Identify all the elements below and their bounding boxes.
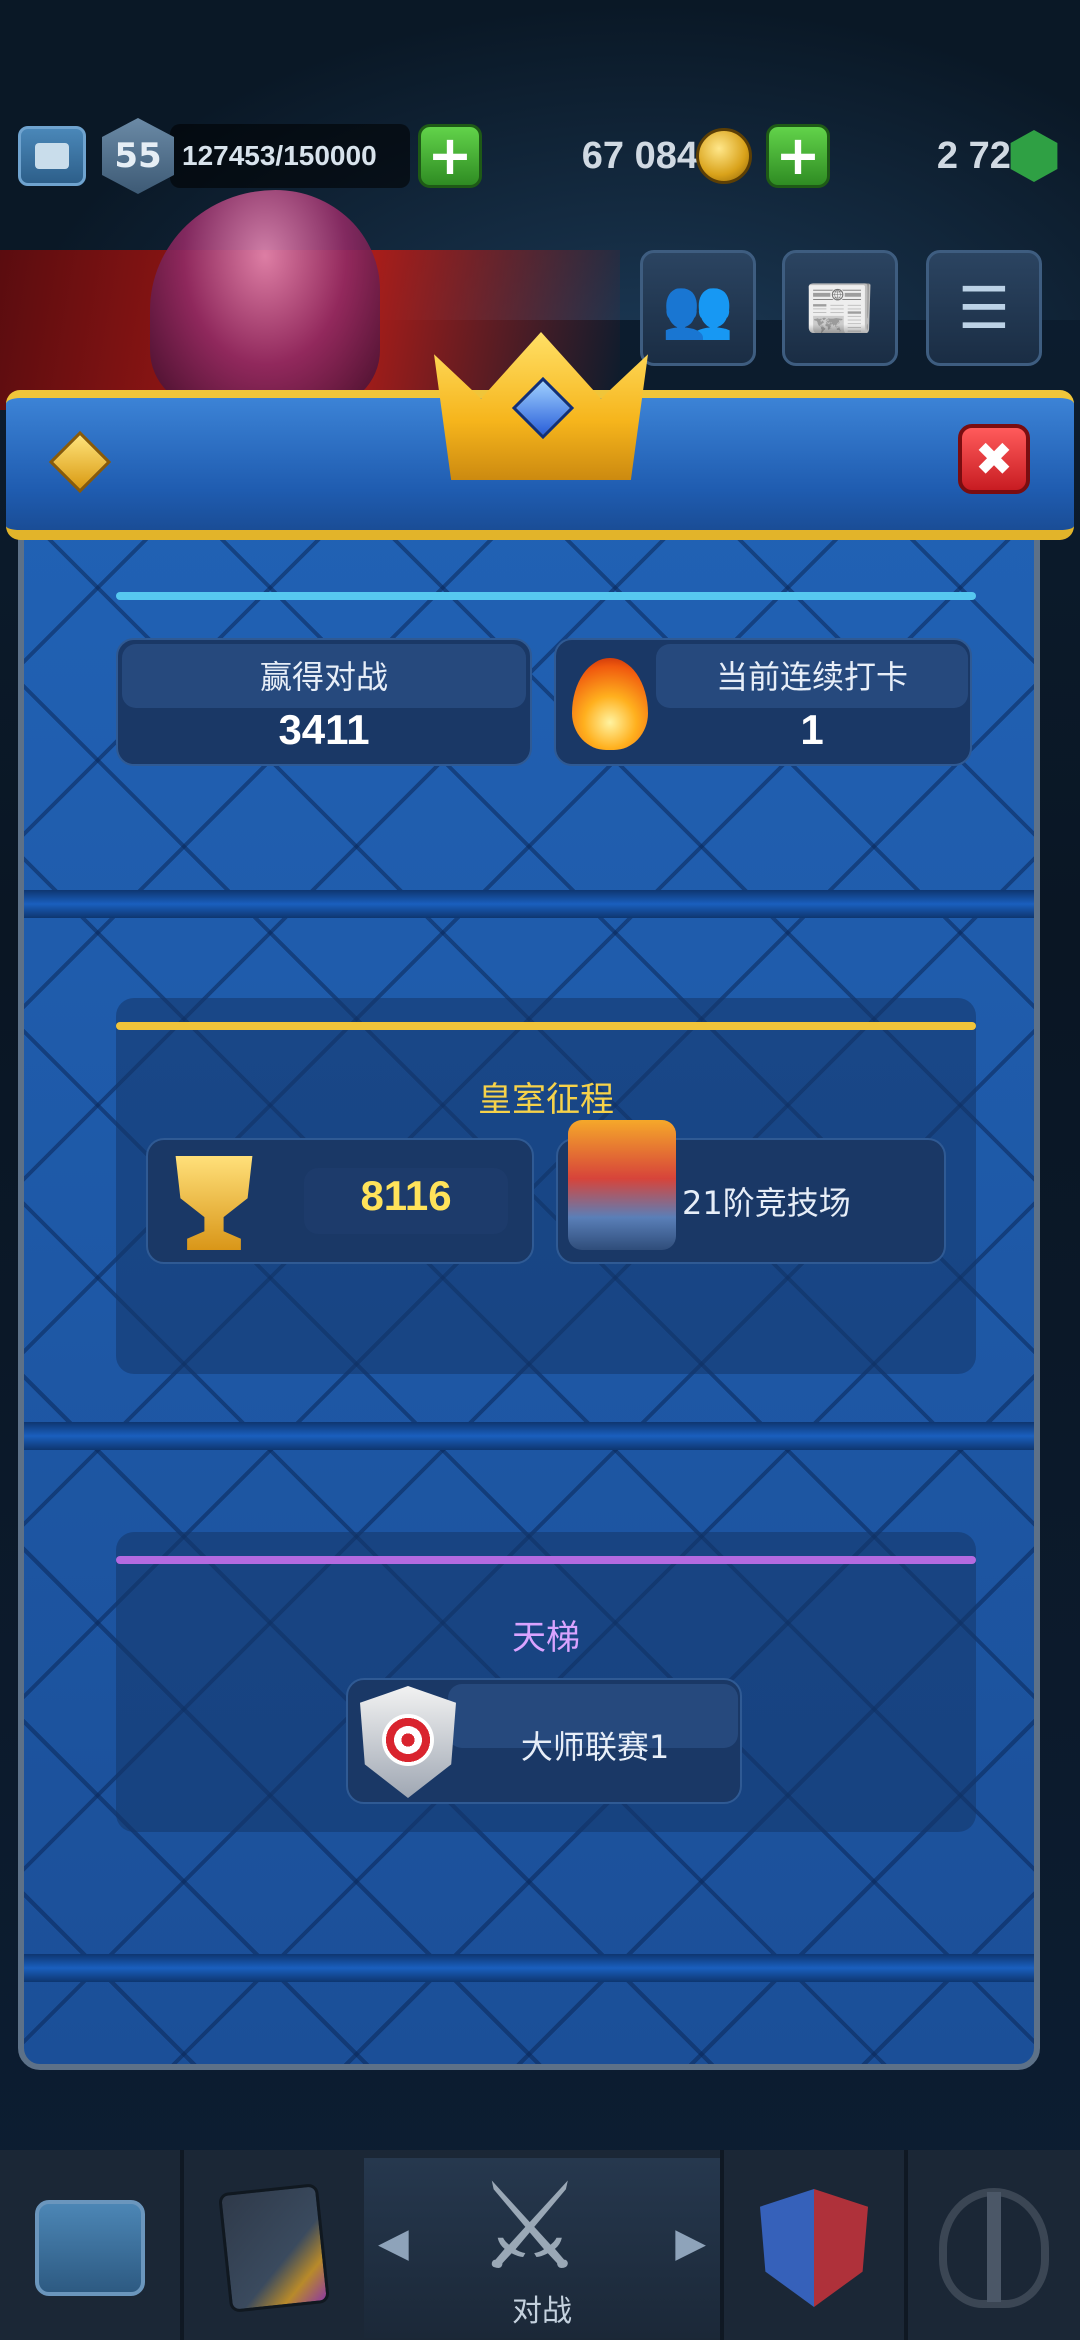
royal-road-title: 皇室征程 bbox=[478, 1080, 614, 1120]
news-button[interactable]: 📰 bbox=[782, 250, 898, 366]
clan-shield-icon bbox=[760, 2189, 868, 2307]
royal-road-divider bbox=[116, 1022, 976, 1030]
section-separator bbox=[24, 1954, 1034, 1982]
nav-tab-shop[interactable] bbox=[0, 2158, 180, 2338]
left-arrow-icon: ◀ bbox=[378, 2220, 409, 2266]
arena-box[interactable]: 21阶竞技场 bbox=[556, 1120, 946, 1264]
streak-label: 当前连续打卡 bbox=[715, 658, 908, 696]
profile-stats-modal: 赢得对战 3411 当前连续打卡 1 皇室征程 8116 21阶竞技场 天梯 大… bbox=[18, 440, 1040, 2070]
menu-button[interactable]: ☰ bbox=[926, 250, 1042, 366]
target-icon bbox=[382, 1714, 434, 1766]
arena-label: 21阶竞技场 bbox=[682, 1184, 851, 1222]
nav-tab-events[interactable] bbox=[908, 2158, 1080, 2338]
trophy-icon bbox=[175, 1156, 253, 1250]
nav-tab-cards[interactable] bbox=[184, 2158, 364, 2338]
crossed-swords-icon: ⚔ bbox=[476, 2158, 584, 2297]
wins-label: 赢得对战 bbox=[259, 658, 388, 696]
hamburger-menu-icon: ☰ bbox=[958, 274, 1010, 342]
league-box[interactable]: 大师联赛1 bbox=[346, 1678, 742, 1804]
gold-counter: 67 084 bbox=[500, 124, 710, 188]
streak-stat-box: 当前连续打卡 1 bbox=[554, 638, 972, 766]
wins-value: 3411 bbox=[278, 706, 370, 753]
king-tower-icon[interactable] bbox=[18, 126, 86, 186]
close-icon: ✖ bbox=[974, 432, 1014, 486]
chest-icon bbox=[35, 2200, 145, 2296]
friends-button[interactable]: 👥 bbox=[640, 250, 756, 366]
fire-icon bbox=[572, 658, 648, 750]
add-xp-button[interactable]: + bbox=[418, 124, 482, 188]
ladder-divider bbox=[116, 1556, 976, 1564]
nav-tab-clan[interactable] bbox=[724, 2158, 904, 2338]
newspaper-icon: 📰 bbox=[803, 273, 877, 342]
wins-section-divider bbox=[116, 592, 976, 600]
right-arrow-icon: ▶ bbox=[675, 2220, 706, 2266]
section-separator bbox=[24, 1422, 1034, 1450]
laurel-sword-icon bbox=[939, 2188, 1049, 2308]
xp-progress: 127453/150000 bbox=[170, 124, 410, 188]
ladder-title: 天梯 bbox=[512, 1618, 580, 1658]
gold-coin-icon bbox=[696, 128, 752, 184]
section-separator bbox=[24, 890, 1034, 918]
trophy-box: 8116 bbox=[146, 1138, 534, 1264]
trophy-count: 8116 bbox=[360, 1172, 452, 1219]
league-label: 大师联赛1 bbox=[520, 1728, 670, 1766]
add-gold-button[interactable]: + bbox=[766, 124, 830, 188]
cards-icon bbox=[218, 2183, 330, 2313]
xp-value: 127453/150000 bbox=[182, 140, 377, 171]
arena-icon bbox=[568, 1120, 676, 1250]
wins-stat-box: 赢得对战 3411 bbox=[116, 638, 532, 766]
game-screen: 127453/150000 55 + 67 084 + 2 725 👥 📰 ☰ … bbox=[0, 0, 1080, 2340]
nav-battle-label: 对战 bbox=[512, 2294, 572, 2329]
streak-value: 1 bbox=[800, 706, 824, 753]
nav-tab-battle[interactable]: ◀ ⚔ ▶ 对战 bbox=[364, 2158, 720, 2338]
gold-value: 67 084 bbox=[581, 134, 698, 177]
close-button[interactable]: ✖ bbox=[958, 424, 1030, 494]
friends-icon: 👥 bbox=[661, 273, 735, 342]
